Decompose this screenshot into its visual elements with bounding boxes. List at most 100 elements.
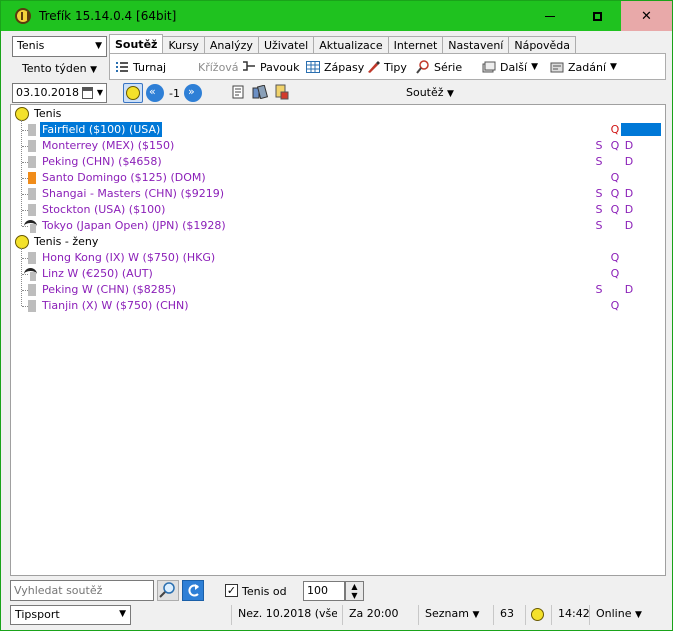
- settings-icon: [550, 60, 564, 74]
- tree-item[interactable]: Linz W (€250) (AUT) Q: [11, 266, 665, 282]
- connection-dropdown[interactable]: Online ▼: [589, 605, 661, 625]
- turnaj-button[interactable]: Turnaj: [115, 58, 166, 76]
- refresh-button[interactable]: [182, 580, 204, 601]
- status-time-text: 14:42: [558, 607, 589, 620]
- tree-item[interactable]: Tokyo (Japan Open) (JPN) ($1928) S D: [11, 218, 665, 234]
- prev-day-button[interactable]: «: [146, 84, 164, 102]
- tab-soutez[interactable]: Soutěž: [109, 34, 164, 55]
- serie-label: Série: [434, 60, 463, 74]
- paper-icon[interactable]: [231, 85, 245, 99]
- view-dropdown[interactable]: Seznam ▼: [418, 605, 490, 625]
- maximize-icon: [592, 11, 602, 21]
- tree-item[interactable]: Fairfield ($100) (USA) Q: [11, 122, 665, 138]
- sport-select[interactable]: Tenis ▼: [12, 36, 107, 57]
- tree-item-label: Tokyo (Japan Open) (JPN) ($1928): [42, 219, 226, 232]
- tree-item-label: Shangai - Masters (CHN) ($9219): [42, 187, 225, 200]
- gray-flag-icon: [28, 156, 36, 168]
- tree-item[interactable]: Stockton (USA) ($100) S Q D: [11, 202, 665, 218]
- zadani-label: Zadání: [568, 60, 607, 74]
- caret-down-icon: ▼: [531, 62, 538, 72]
- pavouk-button[interactable]: Pavouk: [242, 58, 299, 76]
- flag-s: S: [595, 219, 603, 232]
- tree-item[interactable]: Peking W (CHN) ($8285) S D: [11, 282, 665, 298]
- minimize-icon: [545, 15, 555, 17]
- status-time: 14:42: [551, 605, 589, 625]
- flag-s: S: [595, 187, 603, 200]
- gray-flag-icon: [28, 188, 36, 200]
- bookmaker-select[interactable]: Tipsport ▼: [10, 605, 131, 625]
- today-button[interactable]: [123, 83, 143, 103]
- status-ball-icon: [531, 608, 544, 621]
- title-bar[interactable]: Trefík 15.14.0.4 [64bit] ✕: [1, 1, 672, 31]
- gray-flag-icon: [28, 300, 36, 312]
- status-date-info: Nez. 10.2018 (vše o: [231, 605, 337, 625]
- flag-d: D: [624, 139, 634, 152]
- tenis-od-input[interactable]: 100: [303, 581, 345, 601]
- pavouk-label: Pavouk: [260, 60, 300, 74]
- tenis-od-label: Tenis od: [242, 585, 287, 598]
- app-window: Trefík 15.14.0.4 [64bit] ✕ Tenis ▼ Tento…: [0, 0, 673, 631]
- flag-s: S: [595, 155, 603, 168]
- status-count: 63: [493, 605, 525, 625]
- zapasy-label: Zápasy: [324, 60, 365, 74]
- forward-icon: »: [188, 85, 195, 98]
- filter-dropdown[interactable]: Soutěž ▼: [406, 86, 454, 99]
- tree-item[interactable]: Monterrey (MEX) ($150) S Q D: [11, 138, 665, 154]
- refresh-icon: [188, 584, 199, 597]
- tree-item[interactable]: Santo Domingo ($125) (DOM) Q: [11, 170, 665, 186]
- tenis-od-stepper[interactable]: ▲ ▼: [345, 581, 364, 601]
- flag-q: Q: [610, 187, 620, 200]
- tree-item-label: Linz W (€250) (AUT): [42, 267, 153, 280]
- search-input[interactable]: Vyhledat soutěž: [10, 580, 154, 601]
- books-icon[interactable]: [252, 84, 269, 100]
- close-button[interactable]: ✕: [621, 1, 672, 31]
- tree-group[interactable]: Tenis: [11, 106, 665, 122]
- close-icon: ✕: [641, 8, 652, 24]
- app-logo-icon: [15, 8, 31, 24]
- gray-flag-icon: [28, 284, 36, 296]
- stepper-down-icon[interactable]: ▼: [346, 591, 363, 600]
- tree-item[interactable]: Peking (CHN) ($4658) S D: [11, 154, 665, 170]
- indoor-court-icon: [24, 220, 37, 233]
- week-button-label: Tento týden: [21, 62, 87, 75]
- tree-item-label: Stockton (USA) ($100): [42, 203, 166, 216]
- tree-item[interactable]: Hong Kong (IX) W ($750) (HKG) Q: [11, 250, 665, 266]
- flag-q: Q: [610, 267, 620, 280]
- tree-group[interactable]: Tenis - ženy: [11, 234, 665, 250]
- date-value: 03.10.2018: [16, 86, 79, 99]
- zadani-button[interactable]: Zadání ▼: [550, 58, 617, 76]
- status-next-text: Za 20:00: [349, 607, 399, 620]
- filter-label: Soutěž: [406, 86, 444, 99]
- maximize-button[interactable]: [574, 1, 620, 31]
- tree-item[interactable]: Tianjin (X) W ($750) (CHN) Q: [11, 298, 665, 314]
- connection-label: Online: [596, 607, 632, 620]
- serie-button[interactable]: Série: [416, 58, 462, 76]
- week-button[interactable]: Tento týden ▼: [12, 59, 107, 79]
- search-button[interactable]: [157, 580, 179, 601]
- zapasy-button[interactable]: Zápasy: [306, 58, 364, 76]
- next-day-button[interactable]: »: [184, 84, 202, 102]
- minimize-button[interactable]: [527, 1, 573, 31]
- flag-q: Q: [610, 171, 620, 184]
- gray-flag-icon: [28, 124, 36, 136]
- flag-q: Q: [610, 299, 620, 312]
- magnifier-icon: [416, 60, 430, 74]
- stepper-up-icon[interactable]: ▲: [346, 582, 363, 591]
- flag-s: S: [595, 139, 603, 152]
- competition-tree[interactable]: Tenis Fairfield ($100) (USA) Q Monterrey (M…: [10, 104, 666, 576]
- tree-item[interactable]: Shangai - Masters (CHN) ($9219) S Q D: [11, 186, 665, 202]
- flag-d: D: [624, 283, 634, 296]
- sport-select-value: Tenis: [17, 39, 45, 52]
- flag-q: Q: [610, 123, 620, 136]
- tipy-label: Tipy: [384, 60, 407, 74]
- dalsi-button[interactable]: Další ▼: [482, 58, 538, 76]
- tipy-button[interactable]: Tipy: [366, 58, 407, 76]
- date-picker[interactable]: 03.10.2018 ▼: [12, 83, 107, 103]
- turnaj-label: Turnaj: [133, 60, 167, 74]
- flag-s: S: [595, 203, 603, 216]
- document-lock-icon[interactable]: [275, 84, 289, 100]
- flag-s: S: [595, 283, 603, 296]
- list-icon: [115, 60, 129, 74]
- tenis-od-checkbox[interactable]: ✓: [225, 584, 238, 597]
- krizova-button[interactable]: Křížová: [198, 58, 239, 76]
